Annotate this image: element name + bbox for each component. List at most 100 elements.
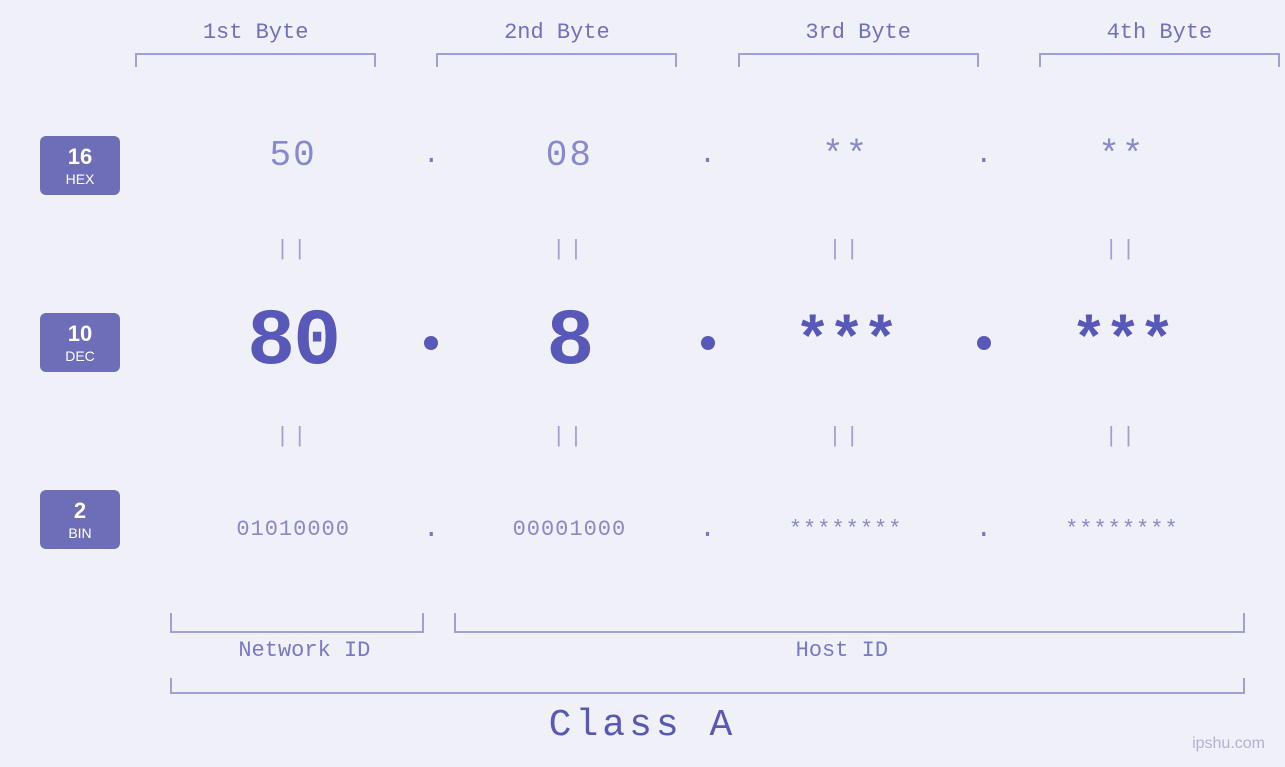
- dec-cell-1: 80: [170, 297, 416, 388]
- bin-row: 01010000 . 00001000 . ******** .: [170, 451, 1245, 608]
- hex-sep-2: .: [693, 140, 723, 171]
- bracket-top-1: [135, 53, 376, 67]
- byte-label-4: 4th Byte: [1107, 20, 1213, 45]
- bracket-network: [170, 613, 424, 633]
- id-labels-row: Network ID Host ID: [170, 638, 1245, 663]
- hex-dot-1: .: [416, 140, 446, 171]
- bracket-bottom-row: [170, 613, 1245, 633]
- bin-label: BIN: [52, 525, 108, 541]
- byte-label-2: 2nd Byte: [504, 20, 610, 45]
- bracket-top-2: [436, 53, 677, 67]
- byte-col-2: 2nd Byte: [406, 20, 707, 67]
- eq-2: ||: [552, 237, 586, 262]
- dec-cell-3: ***: [723, 309, 969, 377]
- eq-5: ||: [276, 424, 310, 449]
- dec-val-1: 80: [247, 297, 339, 388]
- bin-val-3: ********: [789, 517, 903, 542]
- bin-cell-3: ********: [723, 517, 969, 542]
- hex-sep-1: .: [416, 140, 446, 171]
- bin-sep-2: .: [693, 514, 723, 545]
- dec-sep-3: [977, 336, 991, 350]
- eq-cell-4: ||: [999, 234, 1245, 264]
- eq-cell-7: ||: [723, 421, 969, 451]
- eq-7: ||: [828, 424, 862, 449]
- byte-col-3: 3rd Byte: [708, 20, 1009, 67]
- bin-cell-2: 00001000: [446, 517, 692, 542]
- main-container: 1st Byte 2nd Byte 3rd Byte 4th Byte 16 H…: [0, 0, 1285, 767]
- bin-sep-3: .: [969, 514, 999, 545]
- equal-row-2: || || || ||: [170, 421, 1245, 451]
- dec-dot-1: [416, 336, 446, 350]
- class-row: Class A: [40, 704, 1245, 747]
- bin-val-2: 00001000: [513, 517, 627, 542]
- network-id-label: Network ID: [170, 638, 439, 663]
- bracket-host: [454, 613, 1245, 633]
- bin-cell-1: 01010000: [170, 517, 416, 542]
- dec-dot-3: [969, 336, 999, 350]
- bracket-top-3: [738, 53, 979, 67]
- hex-cell-4: **: [999, 135, 1245, 176]
- bottom-area: Network ID Host ID Class A: [40, 613, 1245, 747]
- hex-val-2: 08: [546, 135, 593, 176]
- dec-cell-4: ***: [999, 309, 1245, 377]
- header-row: 1st Byte 2nd Byte 3rd Byte 4th Byte: [105, 20, 1285, 67]
- bin-val-4: ********: [1065, 517, 1179, 542]
- hex-label: HEX: [52, 171, 108, 187]
- large-bracket-row: [170, 678, 1245, 694]
- hex-cell-1: 50: [170, 135, 416, 176]
- dec-val-4: ***: [1071, 309, 1173, 377]
- eq-3: ||: [828, 237, 862, 262]
- equal-row-1: || || || ||: [170, 234, 1245, 264]
- eq-4: ||: [1105, 237, 1139, 262]
- hex-badge: 16 HEX: [40, 136, 120, 194]
- hex-val-3: **: [822, 135, 869, 176]
- byte-col-4: 4th Byte: [1009, 20, 1285, 67]
- eq-cell-1: ||: [170, 234, 416, 264]
- eq-cell-8: ||: [999, 421, 1245, 451]
- host-id-label: Host ID: [439, 638, 1245, 663]
- content-area: 16 HEX 10 DEC 2 BIN 50 .: [40, 77, 1245, 608]
- dec-sep-2: [701, 336, 715, 350]
- dec-val-3: ***: [795, 309, 897, 377]
- bin-dot-3: .: [969, 514, 999, 545]
- eq-1: ||: [276, 237, 310, 262]
- eq-6: ||: [552, 424, 586, 449]
- dec-val-2: 8: [546, 297, 592, 388]
- bin-badge: 2 BIN: [40, 490, 120, 548]
- eq-cell-2: ||: [446, 234, 692, 264]
- watermark: ipshu.com: [1192, 735, 1265, 753]
- dec-label: DEC: [52, 348, 108, 364]
- byte-label-3: 3rd Byte: [805, 20, 911, 45]
- equal-signs-1: || || || ||: [170, 234, 1245, 264]
- dec-sep-1: [424, 336, 438, 350]
- eq-8: ||: [1105, 424, 1139, 449]
- hex-dot-2: .: [693, 140, 723, 171]
- hex-sep-3: .: [969, 140, 999, 171]
- dec-number: 10: [52, 321, 108, 347]
- dec-cell-2: 8: [446, 297, 692, 388]
- bin-number: 2: [52, 498, 108, 524]
- hex-number: 16: [52, 144, 108, 170]
- byte-label-1: 1st Byte: [203, 20, 309, 45]
- hex-dot-3: .: [969, 140, 999, 171]
- dec-dot-2: [693, 336, 723, 350]
- hex-val-1: 50: [270, 135, 317, 176]
- hex-row: 50 . 08 . ** . **: [170, 77, 1245, 234]
- eq-cell-6: ||: [446, 421, 692, 451]
- eq-cell-5: ||: [170, 421, 416, 451]
- dec-row: 80 8 *** ***: [170, 264, 1245, 421]
- hex-cell-2: 08: [446, 135, 692, 176]
- dec-badge: 10 DEC: [40, 313, 120, 371]
- bin-dot-1: .: [416, 514, 446, 545]
- byte-col-1: 1st Byte: [105, 20, 406, 67]
- equal-signs-2: || || || ||: [170, 421, 1245, 451]
- bracket-top-4: [1039, 53, 1280, 67]
- bin-cell-4: ********: [999, 517, 1245, 542]
- bin-val-1: 01010000: [236, 517, 350, 542]
- class-label: Class A: [549, 704, 737, 747]
- grid-area: 50 . 08 . ** . **: [170, 77, 1245, 608]
- eq-cell-3: ||: [723, 234, 969, 264]
- bin-dot-2: .: [693, 514, 723, 545]
- hex-cell-3: **: [723, 135, 969, 176]
- hex-val-4: **: [1098, 135, 1145, 176]
